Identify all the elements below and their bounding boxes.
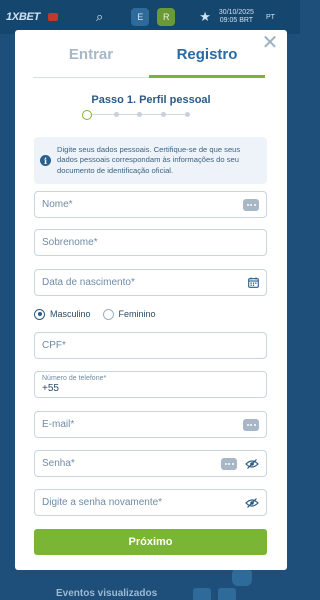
name-field[interactable]: Nome* (34, 191, 267, 218)
gender-option-female[interactable]: Feminino (102, 308, 156, 320)
gender-selector: Masculino Feminino (34, 307, 156, 321)
phone-field[interactable]: Número de telefone* +55 (34, 371, 267, 398)
birthdate-placeholder: Data de nascimento* (42, 277, 135, 288)
time-text: 09:05 BRT (219, 17, 254, 24)
auth-tabs: Entrar Registro (33, 40, 265, 78)
gender-male-label: Masculino (50, 309, 91, 319)
step-progress (82, 110, 192, 120)
tab-register[interactable]: Registro (149, 40, 265, 78)
datetime: 30/10/2025 09:05 BRT (219, 9, 254, 25)
password-field[interactable]: Senha* (34, 450, 267, 477)
star-icon: ★ (199, 9, 211, 24)
date-text: 30/10/2025 (218, 9, 254, 16)
name-placeholder: Nome* (42, 199, 73, 210)
autofill-dots-icon[interactable] (243, 198, 259, 211)
autofill-dots-icon[interactable] (243, 418, 259, 431)
gender-option-male[interactable]: Masculino (34, 308, 91, 320)
step-dot-2 (114, 112, 119, 117)
search-icon: ⌕ (95, 9, 104, 24)
background-header: 1XBET ⌕ E R ★ 30/10/2025 09:05 BRT PT (0, 0, 300, 34)
next-button[interactable]: Próximo (34, 529, 267, 555)
background-square-icon (193, 588, 211, 600)
language-selector: PT (265, 13, 275, 21)
tab-login[interactable]: Entrar (33, 40, 149, 78)
eye-slash-icon[interactable] (245, 497, 259, 508)
brand-logo: 1XBET (6, 11, 40, 23)
phone-value[interactable]: +55 (42, 383, 59, 395)
info-notice: i Digite seus dados pessoais. Certifique… (34, 137, 267, 184)
step-dot-5 (185, 112, 190, 117)
radio-male[interactable] (34, 308, 45, 320)
info-icon: i (40, 155, 51, 166)
step-title: Passo 1. Perfil pessoal (91, 94, 211, 106)
gift-icon (47, 13, 58, 21)
step-dot-4 (161, 112, 166, 117)
background-footer-text: Eventos visualizados (56, 588, 158, 599)
phone-label: Número de telefone* (42, 375, 107, 382)
registration-modal: ✕ Entrar Registro Passo 1. Perfil pessoa… (15, 30, 287, 570)
email-field[interactable]: E-mail* (34, 411, 267, 438)
chat-icon (232, 568, 252, 586)
autofill-dots-icon[interactable] (221, 457, 237, 470)
step-dot-3 (137, 112, 142, 117)
background-square-icon-2 (218, 588, 236, 600)
step-dot-1 (82, 110, 92, 120)
surname-placeholder: Sobrenome* (42, 237, 98, 248)
background-r-button: R (157, 8, 176, 26)
password-repeat-field[interactable]: Digite a senha novamente* (34, 489, 267, 516)
surname-field[interactable]: Sobrenome* (34, 229, 267, 256)
birthdate-field[interactable]: Data de nascimento* (34, 269, 267, 296)
calendar-icon[interactable] (248, 277, 259, 288)
radio-female[interactable] (102, 308, 114, 320)
email-placeholder: E-mail* (42, 419, 75, 430)
password-placeholder: Senha* (42, 458, 75, 469)
info-text: Digite seus dados pessoais. Certifique-s… (57, 144, 241, 175)
gender-female-label: Feminino (118, 309, 156, 319)
background-e-button: E (131, 8, 150, 26)
password-repeat-placeholder: Digite a senha novamente* (42, 497, 163, 508)
cpf-field[interactable]: CPF* (34, 332, 267, 359)
cpf-placeholder: CPF* (42, 340, 66, 351)
eye-slash-icon[interactable] (245, 458, 259, 469)
